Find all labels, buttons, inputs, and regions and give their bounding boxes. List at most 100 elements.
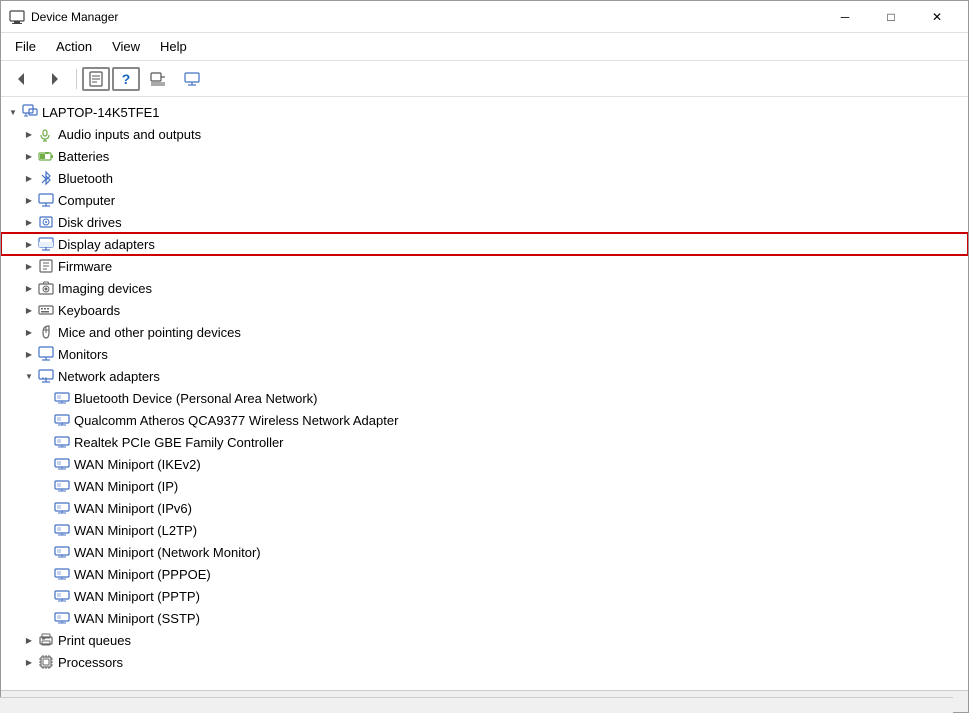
tree-item-wan-ikev2[interactable]: ▶ WAN Miniport (IKEv2): [1, 453, 968, 475]
audio-icon: [37, 125, 55, 143]
root-label: LAPTOP-14K5TFE1: [42, 105, 160, 120]
tree-item-bluetooth[interactable]: ▶ Bluetooth: [1, 167, 968, 189]
imaging-label: Imaging devices: [58, 281, 152, 296]
tree-item-wan-netmon[interactable]: ▶ WAN Miniport (Network Monitor): [1, 541, 968, 563]
computer-icon: [21, 103, 39, 121]
tree-item-network[interactable]: ▼ Network adapters: [1, 365, 968, 387]
tree-item-wan-l2tp[interactable]: ▶ WAN Miniport (L2TP): [1, 519, 968, 541]
expand-processors[interactable]: ▶: [21, 654, 37, 670]
mice-label: Mice and other pointing devices: [58, 325, 241, 340]
keyboard-icon: [37, 301, 55, 319]
title-bar: Device Manager ─ □ ✕: [1, 1, 968, 33]
wan-netmon-label: WAN Miniport (Network Monitor): [74, 545, 261, 560]
tree-item-bt-device[interactable]: ▶ Bluetooth Device (Personal Area Networ…: [1, 387, 968, 409]
net-card-icon-10: [53, 587, 71, 605]
expand-keyboards[interactable]: ▶: [21, 302, 37, 318]
tree-item-wan-sstp[interactable]: ▶ WAN Miniport (SSTP): [1, 607, 968, 629]
bt-device-label: Bluetooth Device (Personal Area Network): [74, 391, 318, 406]
net-card-icon-11: [53, 609, 71, 627]
display-icon: [37, 235, 55, 253]
monitor-icon: [37, 345, 55, 363]
close-button[interactable]: ✕: [914, 1, 960, 33]
tree-item-imaging[interactable]: ▶ Imaging devices: [1, 277, 968, 299]
tree-item-display[interactable]: ▶ Display adapters: [1, 233, 968, 255]
firmware-label: Firmware: [58, 259, 112, 274]
disk-label: Disk drives: [58, 215, 122, 230]
wan-sstp-label: WAN Miniport (SSTP): [74, 611, 200, 626]
monitors-label: Monitors: [58, 347, 108, 362]
processors-label: Processors: [58, 655, 123, 670]
tree-item-print[interactable]: ▶ Print queues: [1, 629, 968, 651]
net-card-icon-1: [53, 389, 71, 407]
tree-item-wan-pppoe[interactable]: ▶ WAN Miniport (PPPOE): [1, 563, 968, 585]
net-card-icon-2: [53, 411, 71, 429]
display-label: Display adapters: [58, 237, 155, 252]
expand-monitors[interactable]: ▶: [21, 346, 37, 362]
wan-pptp-label: WAN Miniport (PPTP): [74, 589, 200, 604]
update-driver-button[interactable]: [142, 65, 174, 93]
tree-item-mice[interactable]: ▶ Mice and other pointing devices: [1, 321, 968, 343]
device-tree[interactable]: ▼ LAPTOP-14K5TFE1 ▶: [1, 97, 968, 690]
expand-root[interactable]: ▼: [5, 104, 21, 120]
expand-batteries[interactable]: ▶: [21, 148, 37, 164]
tree-item-processors[interactable]: ▶: [1, 651, 968, 673]
realtek-label: Realtek PCIe GBE Family Controller: [74, 435, 284, 450]
expand-disk[interactable]: ▶: [21, 214, 37, 230]
firmware-icon: [37, 257, 55, 275]
help-toolbar-button[interactable]: ?: [112, 67, 140, 91]
tree-item-keyboards[interactable]: ▶ Keyboards: [1, 299, 968, 321]
menu-help[interactable]: Help: [150, 35, 197, 58]
maximize-button[interactable]: □: [868, 1, 914, 33]
net-card-icon-9: [53, 565, 71, 583]
net-card-icon-4: [53, 455, 71, 473]
menu-file[interactable]: File: [5, 35, 46, 58]
tree-item-wan-ip[interactable]: ▶ WAN Miniport (IP): [1, 475, 968, 497]
net-card-icon-5: [53, 477, 71, 495]
audio-label: Audio inputs and outputs: [58, 127, 201, 142]
computer-view-button[interactable]: [176, 65, 208, 93]
tree-item-wan-ipv6[interactable]: ▶ WAN Miniport (IPv6): [1, 497, 968, 519]
tree-item-root[interactable]: ▼ LAPTOP-14K5TFE1: [1, 101, 968, 123]
batteries-label: Batteries: [58, 149, 109, 164]
window-controls: ─ □ ✕: [822, 1, 960, 33]
expand-firmware[interactable]: ▶: [21, 258, 37, 274]
tree-item-realtek[interactable]: ▶ Realtek PCIe GBE Family Controller: [1, 431, 968, 453]
menu-bar: File Action View Help: [1, 33, 968, 61]
expand-mice[interactable]: ▶: [21, 324, 37, 340]
tree-item-computer[interactable]: ▶ Computer: [1, 189, 968, 211]
menu-view[interactable]: View: [102, 35, 150, 58]
expand-print[interactable]: ▶: [21, 632, 37, 648]
menu-action[interactable]: Action: [46, 35, 102, 58]
qualcomm-label: Qualcomm Atheros QCA9377 Wireless Networ…: [74, 413, 398, 428]
computer-label: Computer: [58, 193, 115, 208]
expand-computer[interactable]: ▶: [21, 192, 37, 208]
toolbar: ?: [1, 61, 968, 97]
print-label: Print queues: [58, 633, 131, 648]
device-manager-window: Device Manager ─ □ ✕ File Action View He…: [0, 0, 969, 713]
tree-item-firmware[interactable]: ▶ Firmware: [1, 255, 968, 277]
app-icon: [9, 9, 25, 25]
tree-item-wan-pptp[interactable]: ▶ WAN Miniport (PPTP): [1, 585, 968, 607]
expand-display[interactable]: ▶: [21, 236, 37, 252]
bluetooth-label: Bluetooth: [58, 171, 113, 186]
toolbar-sep-1: [76, 69, 77, 89]
net-card-icon-8: [53, 543, 71, 561]
tree-item-disk[interactable]: ▶ Disk drives: [1, 211, 968, 233]
expand-bluetooth[interactable]: ▶: [21, 170, 37, 186]
forward-button[interactable]: [39, 65, 71, 93]
expand-audio[interactable]: ▶: [21, 126, 37, 142]
properties-button[interactable]: [82, 67, 110, 91]
tree-item-batteries[interactable]: ▶ Batteries: [1, 145, 968, 167]
wan-ipv6-label: WAN Miniport (IPv6): [74, 501, 192, 516]
expand-imaging[interactable]: ▶: [21, 280, 37, 296]
tree-item-qualcomm[interactable]: ▶ Qualcomm Atheros QCA9377 Wireless Netw…: [1, 409, 968, 431]
back-button[interactable]: [5, 65, 37, 93]
battery-icon: [37, 147, 55, 165]
net-card-icon-7: [53, 521, 71, 539]
wan-pppoe-label: WAN Miniport (PPPOE): [74, 567, 211, 582]
tree-item-monitors[interactable]: ▶ Monitors: [1, 343, 968, 365]
printer-icon: [37, 631, 55, 649]
tree-item-audio[interactable]: ▶ Audio inputs and outputs: [1, 123, 968, 145]
minimize-button[interactable]: ─: [822, 1, 868, 33]
expand-network[interactable]: ▼: [21, 368, 37, 384]
